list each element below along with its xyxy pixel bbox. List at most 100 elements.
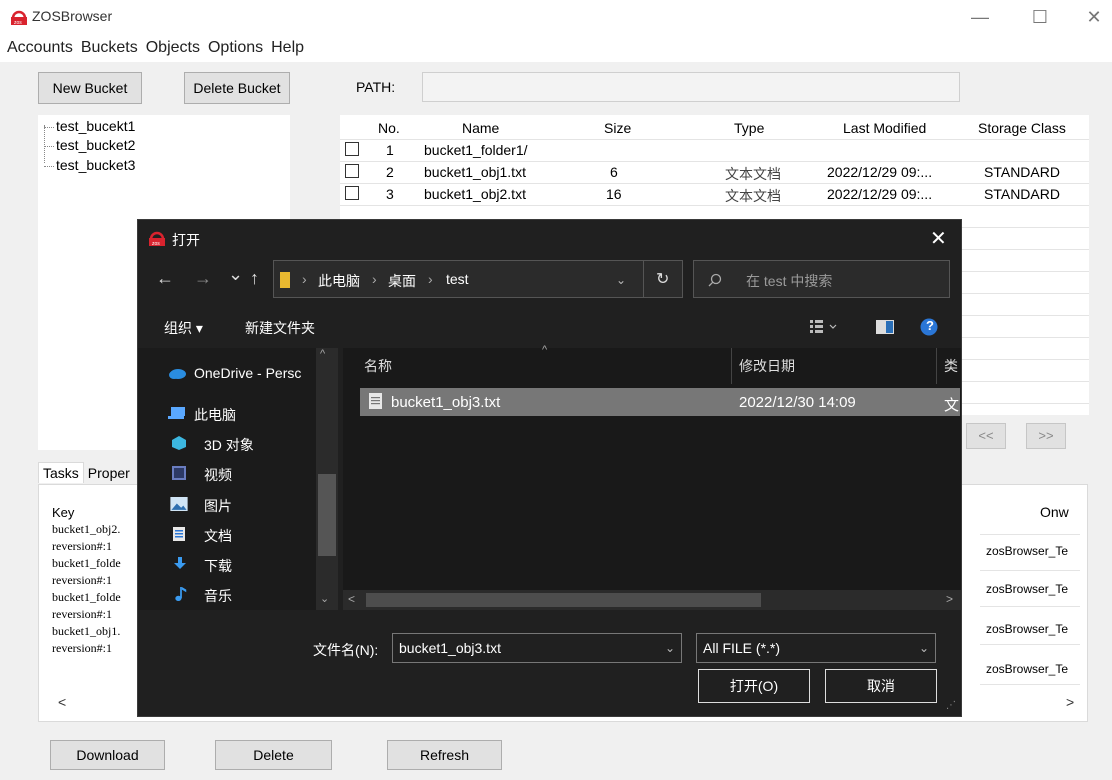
back-icon[interactable]: ← <box>156 268 174 289</box>
row-divider <box>980 684 1080 685</box>
preview-pane-icon[interactable] <box>876 320 894 334</box>
row-type: 文本文档 <box>725 167 781 183</box>
row-no: 3 <box>386 186 394 202</box>
zos-logo-icon: zos <box>149 231 165 247</box>
bucket-item[interactable]: test_bucekt1 <box>42 118 135 134</box>
row-modified: 2022/12/29 09:... <box>827 186 933 202</box>
scroll-right-icon[interactable]: > <box>946 592 953 606</box>
table-row[interactable]: 1 bucket1_folder1/ <box>340 140 1089 162</box>
new-bucket-button[interactable]: New Bucket <box>38 72 142 104</box>
col-header-last-modified[interactable]: Last Modified <box>843 120 926 136</box>
col-header-storage-class[interactable]: Storage Class <box>978 120 1066 136</box>
delete-button[interactable]: Delete <box>215 740 332 770</box>
menu-buckets[interactable]: Buckets <box>80 34 139 62</box>
breadcrumb-separator: › <box>428 271 433 287</box>
prev-page-button[interactable]: << <box>966 423 1006 449</box>
table-row[interactable]: 2 bucket1_obj1.txt 6 文本文档 2022/12/29 09:… <box>340 162 1089 184</box>
open-button[interactable]: 打开(O) <box>698 669 810 703</box>
resize-grip-icon[interactable]: ⋰ <box>946 700 956 711</box>
chevron-down-icon[interactable]: ⌄ <box>616 273 626 287</box>
download-button[interactable]: Download <box>50 740 165 770</box>
owner-header: Onw <box>1040 504 1069 520</box>
menu-help[interactable]: Help <box>270 34 305 62</box>
search-input[interactable]: 在 test 中搜索 <box>693 260 950 298</box>
nav-item-onedrive[interactable]: OneDrive - Persc <box>194 365 301 381</box>
breadcrumb-desktop[interactable]: 桌面 <box>388 271 416 291</box>
new-folder-button[interactable]: 新建文件夹 <box>245 318 315 338</box>
table-row[interactable]: 3 bucket1_obj2.txt 16 文本文档 2022/12/29 09… <box>340 184 1089 206</box>
recent-locations-icon[interactable]: ⌄ <box>228 264 243 285</box>
row-name: bucket1_folder1/ <box>424 142 528 158</box>
nav-item-videos[interactable]: 视频 <box>204 465 232 485</box>
path-input[interactable] <box>422 72 960 102</box>
nav-item-documents[interactable]: 文档 <box>204 526 232 546</box>
refresh-icon[interactable]: ↻ <box>643 260 683 298</box>
filename-input[interactable]: bucket1_obj3.txt ⌄ <box>392 633 682 663</box>
search-icon <box>708 273 722 287</box>
forward-icon[interactable]: → <box>194 268 212 289</box>
chevron-down-icon[interactable]: ⌄ <box>665 641 675 655</box>
scroll-up-icon[interactable]: ^ <box>320 348 325 360</box>
col-header-modified[interactable]: 修改日期 <box>739 356 795 376</box>
breadcrumb-test[interactable]: test <box>446 271 469 287</box>
nav-item-downloads[interactable]: 下载 <box>204 556 232 576</box>
next-page-button[interactable]: >> <box>1026 423 1066 449</box>
menu-options[interactable]: Options <box>207 34 264 62</box>
owner-value: zosBrowser_Te <box>986 544 1069 558</box>
menu-objects[interactable]: Objects <box>145 34 201 62</box>
maximize-button[interactable]: ☐ <box>1020 4 1060 30</box>
breadcrumb-this-pc[interactable]: 此电脑 <box>318 271 360 291</box>
view-options-icon[interactable] <box>810 320 840 334</box>
bucket-item[interactable]: test_bucket2 <box>42 137 135 153</box>
path-label: PATH: <box>356 79 396 95</box>
scroll-down-icon[interactable]: ⌄ <box>320 592 329 605</box>
refresh-glyph: ↻ <box>656 271 670 288</box>
up-folder-icon[interactable]: ↑ <box>250 268 259 289</box>
col-header-type[interactable]: Type <box>734 120 764 136</box>
row-divider <box>340 139 1089 140</box>
nav-item-music[interactable]: 音乐 <box>204 586 232 606</box>
cancel-button[interactable]: 取消 <box>825 669 937 703</box>
row-checkbox[interactable] <box>345 186 359 200</box>
row-checkbox[interactable] <box>345 142 359 156</box>
tab-properties[interactable]: Proper <box>84 463 134 483</box>
file-type: 文 <box>944 397 960 414</box>
file-scroll-thumb[interactable] <box>366 593 761 607</box>
col-header-no[interactable]: No. <box>378 120 400 136</box>
delete-bucket-button[interactable]: Delete Bucket <box>184 72 290 104</box>
row-divider <box>340 161 1089 162</box>
3d-objects-icon <box>172 436 186 450</box>
address-bar[interactable]: › 此电脑 › 桌面 › test ⌄ <box>273 260 683 298</box>
scroll-left-icon[interactable]: < <box>348 592 355 606</box>
zos-logo-icon: zos <box>11 10 27 26</box>
col-header-name[interactable]: Name <box>462 120 499 136</box>
minimize-button[interactable]: — <box>960 4 1000 30</box>
nav-item-this-pc[interactable]: 此电脑 <box>194 405 236 425</box>
scroll-left-icon[interactable]: < <box>58 694 66 710</box>
col-header-type[interactable]: 类 <box>944 356 958 376</box>
scroll-right-icon[interactable]: > <box>1066 694 1074 710</box>
dialog-close-icon[interactable]: ✕ <box>930 226 947 251</box>
column-separator[interactable] <box>731 348 732 384</box>
bottom-tabs: Tasks Proper <box>38 462 134 484</box>
owner-value: zosBrowser_Te <box>986 582 1069 596</box>
col-header-size[interactable]: Size <box>604 120 631 136</box>
menu-accounts[interactable]: Accounts <box>6 34 74 62</box>
organize-menu[interactable]: 组织 ▾ <box>164 318 203 338</box>
owner-value: zosBrowser_Te <box>986 622 1069 636</box>
file-name[interactable]: bucket1_obj3.txt <box>391 394 500 411</box>
close-button[interactable]: ✕ <box>1074 4 1112 30</box>
row-checkbox[interactable] <box>345 164 359 178</box>
file-type-filter[interactable]: All FILE (*.*) ⌄ <box>696 633 936 663</box>
nav-item-3d-objects[interactable]: 3D 对象 <box>204 435 254 455</box>
nav-item-pictures[interactable]: 图片 <box>204 496 232 516</box>
bucket-item[interactable]: test_bucket3 <box>42 157 135 173</box>
row-name: bucket1_obj2.txt <box>424 186 526 202</box>
open-file-dialog: zos 打开 ✕ ← → ⌄ ↑ › 此电脑 › 桌面 › test ⌄ ↻ 在… <box>137 219 962 717</box>
refresh-button[interactable]: Refresh <box>387 740 502 770</box>
col-header-name[interactable]: 名称 <box>364 356 392 376</box>
row-divider <box>340 183 1089 184</box>
column-separator[interactable] <box>936 348 937 384</box>
nav-scroll-thumb[interactable] <box>318 474 336 556</box>
tab-tasks[interactable]: Tasks <box>38 462 84 483</box>
